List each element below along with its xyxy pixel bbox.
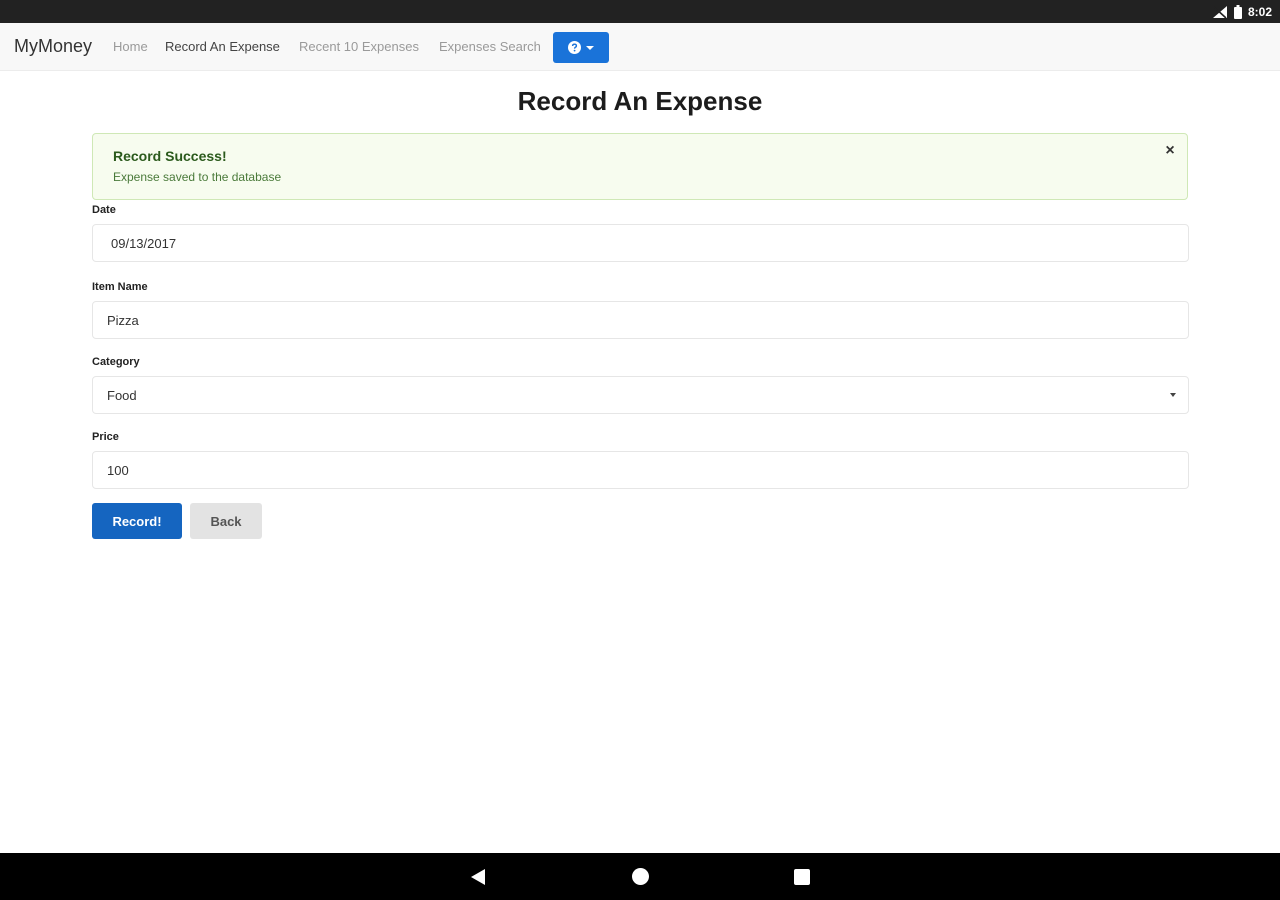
item-name-label: Item Name: [92, 281, 148, 293]
recents-square-icon[interactable]: [794, 869, 810, 885]
item-name-field[interactable]: [92, 301, 1189, 339]
alert-message: Expense saved to the database: [113, 170, 282, 184]
status-bar: 8:02: [0, 0, 1280, 23]
page-title: Record An Expense: [517, 86, 763, 116]
help-dropdown-button[interactable]: [553, 32, 609, 63]
nav-link-recent-expenses[interactable]: Recent 10 Expenses: [299, 39, 419, 54]
nav-link-expenses-search[interactable]: Expenses Search: [439, 39, 541, 54]
success-alert: Record Success! Expense saved to the dat…: [92, 133, 1188, 200]
back-button[interactable]: Back: [190, 503, 262, 539]
price-field[interactable]: [92, 451, 1189, 489]
close-icon[interactable]: ×: [1163, 142, 1177, 159]
signal-icon: [1212, 5, 1228, 19]
nav-link-record-expense[interactable]: Record An Expense: [165, 39, 280, 54]
category-selected-value: Food: [107, 387, 137, 403]
home-circle-icon[interactable]: [632, 868, 649, 885]
back-triangle-icon[interactable]: [471, 869, 485, 885]
date-field[interactable]: [92, 224, 1189, 262]
caret-down-icon: [586, 45, 594, 50]
date-label: Date: [92, 204, 116, 216]
android-navigation-bar: [0, 853, 1280, 900]
category-select[interactable]: Food: [92, 376, 1189, 414]
navbar: MyMoney Home Record An Expense Recent 10…: [0, 23, 1280, 71]
price-label: Price: [92, 431, 119, 443]
category-label: Category: [92, 356, 140, 368]
question-circle-icon: [568, 41, 581, 54]
nav-link-home[interactable]: Home: [113, 39, 148, 54]
status-icons: 8:02: [1212, 3, 1272, 21]
battery-icon: [1233, 5, 1242, 19]
alert-title: Record Success!: [113, 148, 227, 164]
status-time: 8:02: [1247, 5, 1272, 19]
chevron-down-icon: [1170, 393, 1176, 397]
brand-link[interactable]: MyMoney: [14, 36, 92, 57]
record-button[interactable]: Record!: [92, 503, 182, 539]
